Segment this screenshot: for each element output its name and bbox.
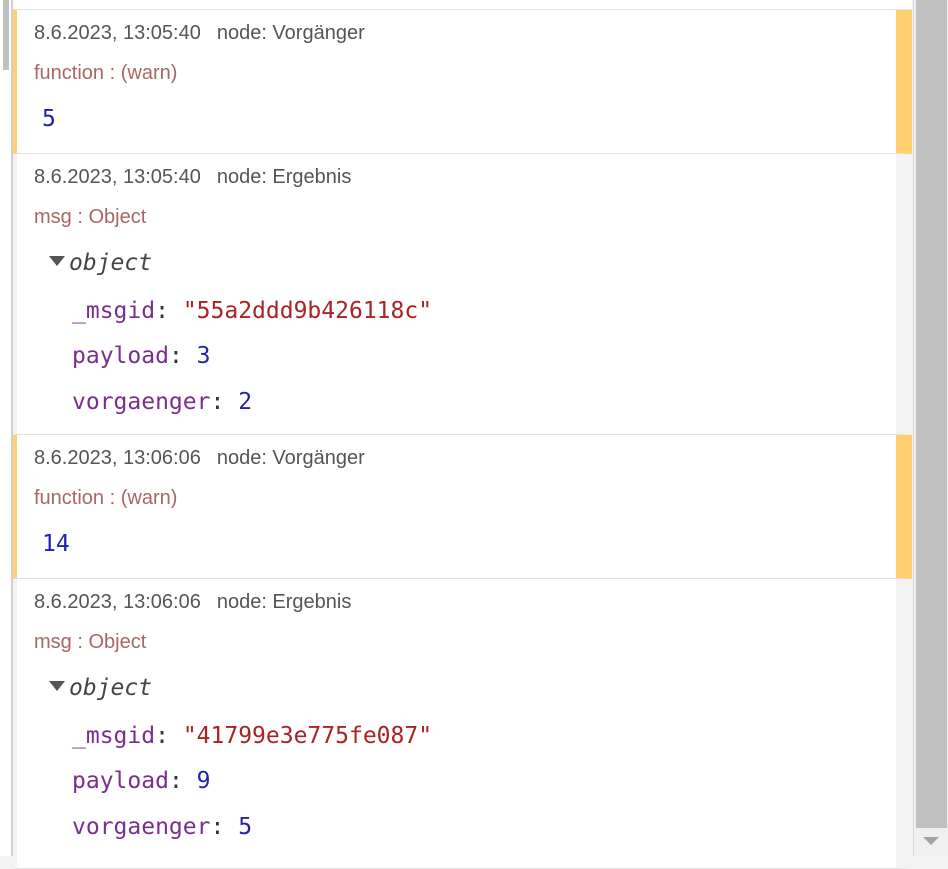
message-node-link[interactable]: node: Vorgänger [217, 22, 365, 44]
property-value: 9 [196, 768, 211, 794]
message-value: 5 [42, 106, 56, 132]
message-timestamp: 8.6.2023, 13:06:06 [34, 447, 201, 469]
property-value: 3 [196, 343, 211, 369]
message-value: 14 [42, 531, 70, 557]
message-topic: function : (warn) [34, 62, 178, 84]
debug-message-warn: 8.6.2023, 13:06:06 node: Vorgänger functi… [13, 435, 912, 579]
message-topic: msg : Object [34, 206, 147, 228]
property-separator: : [155, 723, 169, 749]
debug-message-warn: 8.6.2023, 13:05:40 node: Vorgänger functi… [13, 10, 912, 154]
caret-down-icon[interactable] [49, 680, 65, 691]
message-timestamp: 8.6.2023, 13:05:40 [34, 166, 201, 188]
property-key: payload [72, 343, 169, 369]
scroll-down-arrow-icon[interactable] [923, 837, 939, 845]
property-separator: : [168, 343, 183, 369]
left-scrollbar[interactable] [0, 0, 13, 856]
property-key: _msgid [72, 723, 156, 749]
debug-message-object: 8.6.2023, 13:06:06 node: Ergebnis msg : O… [13, 579, 912, 869]
object-property: vorgaenger: 5 [72, 814, 252, 840]
message-meta: 8.6.2023, 13:06:06 node: Ergebnis [34, 591, 351, 614]
property-key: _msgid [72, 298, 156, 324]
property-value: 5 [238, 814, 253, 840]
object-property: _msgid: "41799e3e775fe087" [72, 723, 432, 749]
message-topic: function : (warn) [34, 487, 178, 509]
object-toggle[interactable]: object [49, 675, 152, 701]
message-meta: 8.6.2023, 13:05:40 node: Vorgänger [34, 22, 365, 45]
message-meta: 8.6.2023, 13:05:40 node: Ergebnis [34, 166, 351, 189]
object-property: payload: 3 [72, 343, 211, 369]
message-node-link[interactable]: node: Vorgänger [217, 447, 365, 469]
property-separator: : [210, 389, 225, 415]
property-separator: : [168, 768, 183, 794]
message-timestamp: 8.6.2023, 13:06:06 [34, 591, 201, 613]
caret-down-icon[interactable] [49, 255, 65, 266]
message-meta: 8.6.2023, 13:06:06 node: Vorgänger [34, 447, 365, 470]
message-topic: msg : Object [34, 631, 147, 653]
message-timestamp: 8.6.2023, 13:05:40 [34, 22, 201, 44]
property-value: "41799e3e775fe087" [182, 723, 433, 749]
right-scrollbar-thumb[interactable] [916, 0, 947, 828]
property-key: vorgaenger [72, 389, 211, 415]
message-node-link[interactable]: node: Ergebnis [217, 591, 352, 613]
property-separator: : [155, 298, 169, 324]
property-separator: : [210, 814, 225, 840]
object-property: payload: 9 [72, 768, 211, 794]
debug-message-object: 8.6.2023, 13:05:40 node: Ergebnis msg : O… [13, 154, 912, 435]
property-key: vorgaenger [72, 814, 211, 840]
object-type-label: object [69, 250, 153, 276]
previous-message-edge [13, 0, 912, 10]
object-type-label: object [69, 675, 153, 701]
object-toggle[interactable]: object [49, 250, 152, 276]
message-node-link[interactable]: node: Ergebnis [217, 166, 352, 188]
property-key: payload [72, 768, 169, 794]
property-value: 2 [238, 389, 253, 415]
right-scrollbar[interactable] [913, 0, 948, 856]
object-property: vorgaenger: 2 [72, 389, 252, 415]
debug-messages-panel: 8.6.2023, 13:05:40 node: Vorgänger functi… [13, 0, 912, 869]
object-property: _msgid: "55a2ddd9b426118c" [72, 298, 432, 324]
left-scrollbar-thumb[interactable] [3, 0, 9, 70]
property-value: "55a2ddd9b426118c" [182, 298, 433, 324]
